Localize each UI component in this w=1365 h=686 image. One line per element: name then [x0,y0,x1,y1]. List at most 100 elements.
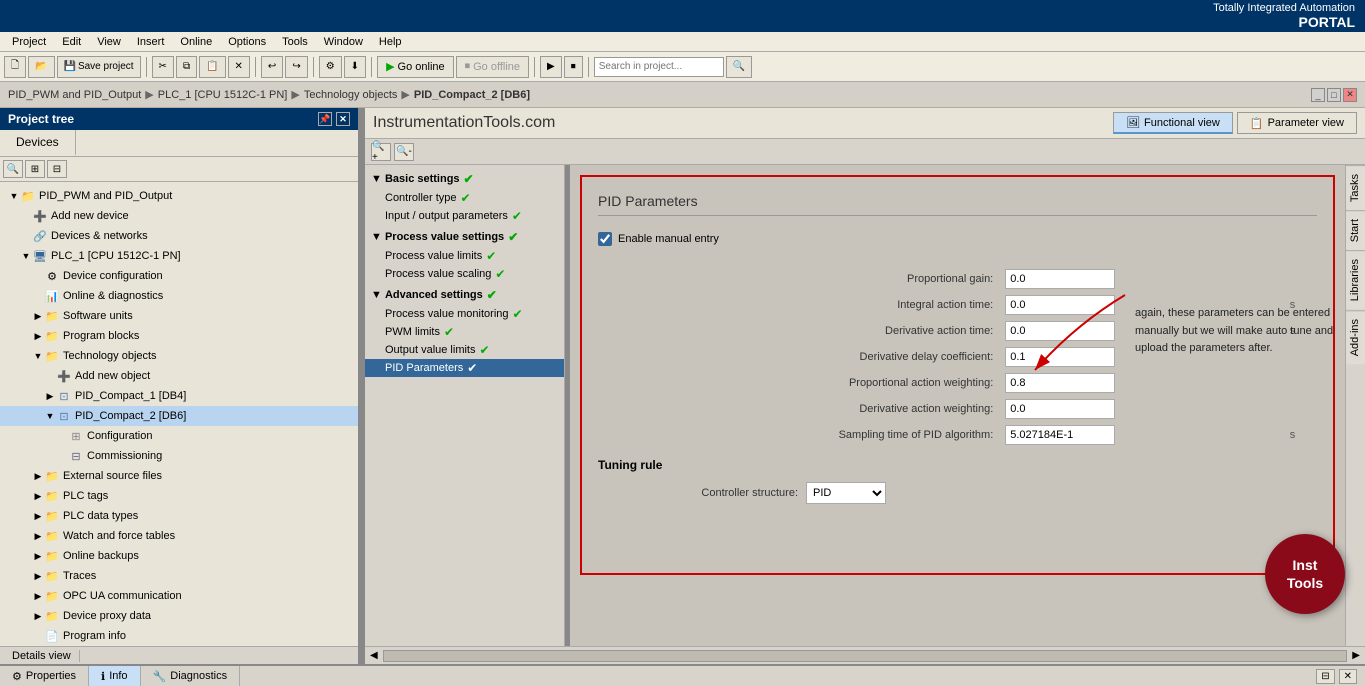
redo-button[interactable]: ↪ [285,56,307,78]
nav-group-process-header[interactable]: ▼ Process value settings ✔ [365,227,564,247]
status-properties[interactable]: ⚙ Properties [0,666,89,686]
expand-plc_data_types[interactable]: ▶ [32,511,44,522]
expand-watch_force[interactable]: ▶ [32,531,44,542]
tree-item-pid_compact2[interactable]: ▼ ⊡ PID_Compact_2 [DB6] [0,406,358,426]
maximize-button[interactable]: □ [1327,88,1341,102]
expand-software[interactable]: ▶ [32,311,44,322]
menu-tools[interactable]: Tools [274,35,316,49]
menu-options[interactable]: Options [220,35,274,49]
tree-item-device_proxy[interactable]: ▶ 📁 Device proxy data [0,606,358,626]
minimize-button[interactable]: _ [1311,88,1325,102]
tab-devices[interactable]: Devices [0,130,76,156]
nav-item-process_limits[interactable]: Process value limits ✔ [365,247,564,265]
expand-pid_compact1[interactable]: ▶ [44,391,56,402]
scroll-right-button[interactable]: ▶ [1347,650,1365,661]
expand-pid_pwm[interactable]: ▼ [8,191,20,201]
close-button[interactable]: ✕ [1343,88,1357,102]
scroll-left-button[interactable]: ◀ [365,650,383,661]
tab-functional[interactable]: 🖼 Functional view [1113,112,1233,134]
status-expand-button[interactable]: ⊟ [1316,669,1334,684]
nav-group-basic-header[interactable]: ▼ Basic settings ✔ [365,169,564,189]
zoom-in-button[interactable]: 🔍+ [371,143,391,161]
tree-item-pid_compact1[interactable]: ▶ ⊡ PID_Compact_1 [DB4] [0,386,358,406]
nav-item-controller_type[interactable]: Controller type ✔ [365,189,564,207]
expand-tech_objects[interactable]: ▼ [32,351,44,361]
go-offline-button[interactable]: ⏹ Go offline [456,56,529,78]
controller-structure-select[interactable]: PID PI PD P [806,482,886,504]
tree-item-device_config[interactable]: ▶ ⚙ Device configuration [0,266,358,286]
enable-manual-label[interactable]: Enable manual entry [618,233,719,245]
undo-button[interactable]: ↩ [261,56,283,78]
tree-item-online_diag[interactable]: ▶ 📊 Online & diagnostics [0,286,358,306]
status-info[interactable]: ℹ Info [89,666,141,686]
open-button[interactable]: 📂 [28,56,54,78]
expand-traces[interactable]: ▶ [32,571,44,582]
expand-opc_ua[interactable]: ▶ [32,591,44,602]
input-deriv_weight[interactable] [1005,399,1115,419]
nav-item-output_value_limits[interactable]: Output value limits ✔ [365,341,564,359]
sidebar-tab-tasks[interactable]: Tasks [1346,165,1365,210]
details-view-label[interactable]: Details view [4,650,80,662]
tree-item-traces[interactable]: ▶ 📁 Traces [0,566,358,586]
save-button[interactable]: 💾 Save project [57,56,141,78]
paste-button[interactable]: 📋 [199,56,225,78]
status-diagnostics[interactable]: 🔧 Diagnostics [141,666,241,686]
tree-item-pid_pwm[interactable]: ▼ 📁 PID_PWM and PID_Output [0,186,358,206]
tree-item-ext_sources[interactable]: ▶ 📁 External source files [0,466,358,486]
sidebar-tab-start[interactable]: Start [1346,210,1365,250]
expand-plc_tags[interactable]: ▶ [32,491,44,502]
tree-item-program_info[interactable]: ▶ 📄 Program info [0,626,358,646]
zoom-out-button[interactable]: 🔍- [394,143,414,161]
nav-group-advanced-header[interactable]: ▼ Advanced settings ✔ [365,285,564,305]
bc-part3[interactable]: Technology objects [304,89,398,101]
sidebar-tb-search[interactable]: 🔍 [3,160,23,178]
go-online-button[interactable]: ▶ Go online [377,56,454,78]
expand-plc1[interactable]: ▼ [20,251,32,261]
sidebar-pin[interactable]: 📌 [318,112,332,126]
nav-item-pid_parameters[interactable]: PID Parameters ✔ [365,359,564,377]
sidebar-tab-addins[interactable]: Add-ins [1346,310,1365,364]
tree-item-tech_objects[interactable]: ▼ 📁 Technology objects [0,346,358,366]
menu-window[interactable]: Window [316,35,371,49]
search-button[interactable]: 🔍 [726,56,752,78]
sidebar-close[interactable]: ✕ [336,112,350,126]
tree-item-online_backups[interactable]: ▶ 📁 Online backups [0,546,358,566]
tree-item-plc1[interactable]: ▼ 🖥 PLC_1 [CPU 1512C-1 PN] [0,246,358,266]
tree-item-plc_data_types[interactable]: ▶ 📁 PLC data types [0,506,358,526]
expand-program_blocks[interactable]: ▶ [32,331,44,342]
delete-button[interactable]: ✕ [228,56,250,78]
tree-item-add_device[interactable]: ▶ ➕ Add new device [0,206,358,226]
tree-item-opc_ua[interactable]: ▶ 📁 OPC UA communication [0,586,358,606]
menu-edit[interactable]: Edit [54,35,89,49]
tree-item-configuration[interactable]: ▶ ⊞ Configuration [0,426,358,446]
bc-part4[interactable]: PID_Compact_2 [DB6] [414,89,530,101]
nav-item-pwm_limits[interactable]: PWM limits ✔ [365,323,564,341]
expand-online_backups[interactable]: ▶ [32,551,44,562]
cut-button[interactable]: ✂ [152,56,174,78]
tab-parameter[interactable]: 📋 Parameter view [1237,112,1357,134]
copy-button[interactable]: ⧉ [176,56,197,78]
sidebar-tb-collapse[interactable]: ⊟ [47,160,67,178]
horizontal-scrollbar[interactable]: ◀ ▶ [365,646,1365,664]
tree-item-program_blocks[interactable]: ▶ 📁 Program blocks [0,326,358,346]
expand-pid_compact2[interactable]: ▼ [44,411,56,421]
input-sampling_time[interactable] [1005,425,1115,445]
start-simulation[interactable]: ▶ [540,56,562,78]
tree-item-plc_tags[interactable]: ▶ 📁 PLC tags [0,486,358,506]
bc-part2[interactable]: PLC_1 [CPU 1512C-1 PN] [158,89,288,101]
new-button[interactable]: 🗋 [4,56,26,78]
search-input[interactable] [594,57,724,77]
status-close-button[interactable]: ✕ [1339,669,1357,684]
stop-simulation[interactable]: ⏹ [564,56,583,78]
download-button[interactable]: ⬇ [344,56,366,78]
tree-item-software[interactable]: ▶ 📁 Software units [0,306,358,326]
menu-insert[interactable]: Insert [129,35,173,49]
tree-item-commissioning[interactable]: ▶ ⊟ Commissioning [0,446,358,466]
nav-item-io_params[interactable]: Input / output parameters ✔ [365,207,564,225]
tree-item-watch_force[interactable]: ▶ 📁 Watch and force tables [0,526,358,546]
nav-item-process_scaling[interactable]: Process value scaling ✔ [365,265,564,283]
scroll-track[interactable] [383,650,1348,662]
sidebar-tb-expand[interactable]: ⊞ [25,160,45,178]
menu-project[interactable]: Project [4,35,54,49]
menu-view[interactable]: View [89,35,129,49]
